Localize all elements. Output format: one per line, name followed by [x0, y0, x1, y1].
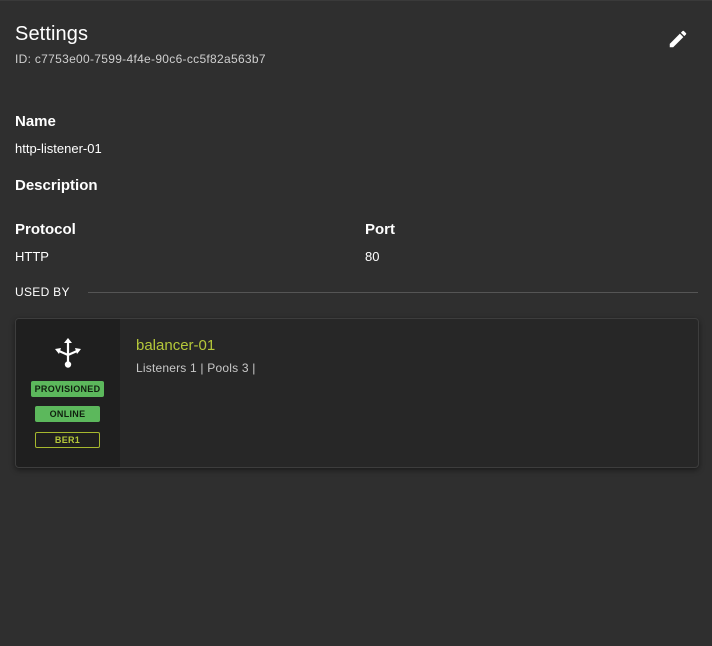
card-meta-text: Listeners 1 | Pools 3 |: [136, 361, 256, 375]
port-label: Port: [365, 221, 395, 238]
used-by-label: USED BY: [15, 285, 70, 299]
protocol-value: HTTP: [15, 249, 49, 264]
name-label: Name: [15, 113, 56, 130]
card-status-column: PROVISIONED ONLINE BER1: [16, 319, 120, 467]
card-title-link[interactable]: balancer-01: [136, 337, 215, 354]
provisioned-badge: PROVISIONED: [31, 381, 104, 397]
page-title: Settings: [15, 23, 89, 45]
load-balancer-card[interactable]: PROVISIONED ONLINE BER1 balancer-01 List…: [15, 318, 699, 468]
card-details: balancer-01 Listeners 1 | Pools 3 |: [120, 319, 698, 467]
port-value: 80: [365, 249, 380, 264]
settings-panel: Settings ID: c7753e00-7599-4f4e-90c6-cc5…: [0, 0, 712, 646]
protocol-label: Protocol: [15, 221, 76, 238]
section-divider: [87, 291, 698, 293]
pencil-icon: [669, 30, 687, 48]
resource-id: ID: c7753e00-7599-4f4e-90c6-cc5f82a563b7: [15, 52, 266, 66]
used-by-section-header: USED BY: [15, 285, 698, 299]
edit-button[interactable]: [662, 23, 694, 55]
region-badge: BER1: [35, 432, 100, 448]
online-status-badge: ONLINE: [35, 406, 100, 422]
load-balancer-icon: [55, 338, 81, 368]
description-label: Description: [15, 177, 98, 194]
name-value: http-listener-01: [15, 141, 102, 156]
